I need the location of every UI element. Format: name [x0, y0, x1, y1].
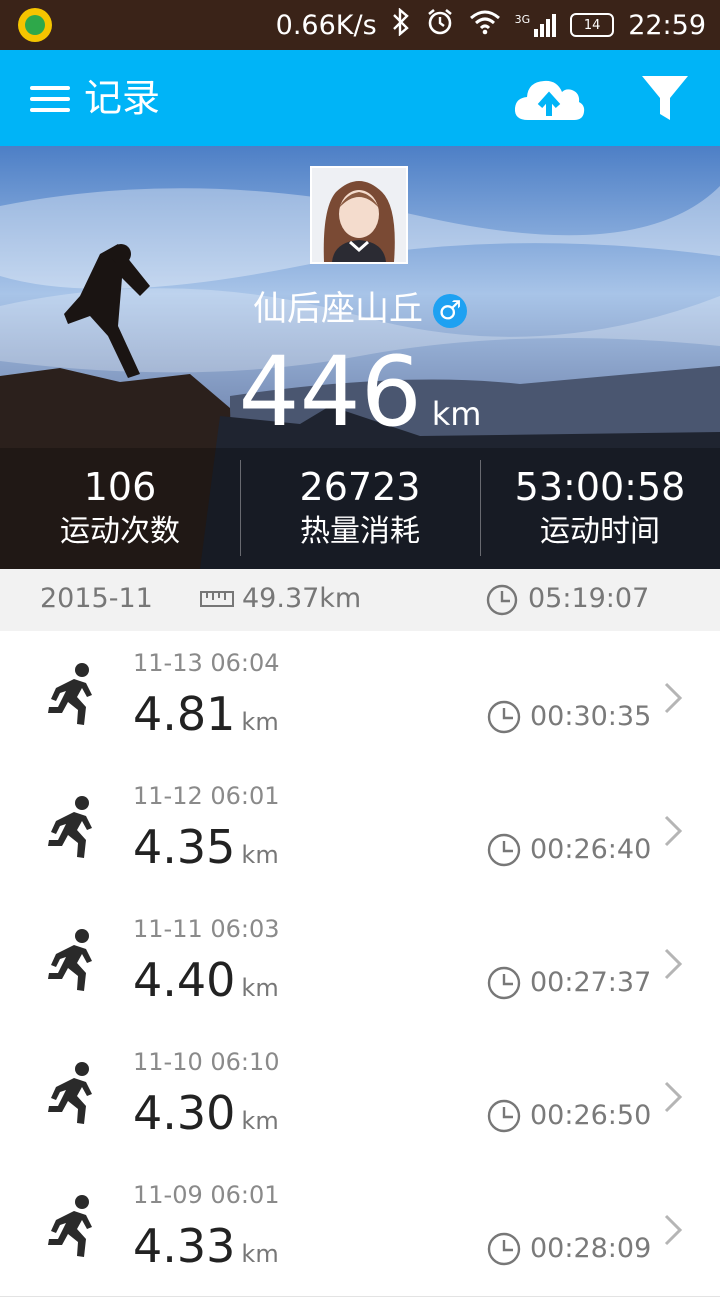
- record-duration: 00:26:50: [530, 1100, 652, 1131]
- record-datetime: 11-10 06:10: [133, 1048, 280, 1076]
- record-distance-unit: km: [241, 708, 279, 736]
- record-distance-value: 4.40: [133, 953, 236, 1007]
- month-distance: 49.37km: [242, 583, 362, 614]
- record-distance-unit: km: [241, 1240, 279, 1268]
- stat-label: 运动次数: [60, 514, 180, 549]
- record-distance-value: 4.30: [133, 1086, 236, 1140]
- chevron-right-icon: [664, 1081, 683, 1113]
- record-row[interactable]: 11-12 06:01 4.35 km 00:26:40: [0, 764, 720, 898]
- chevron-right-icon: [664, 815, 683, 847]
- stat-workout-count: 106 运动次数: [0, 448, 240, 569]
- stat-value: 26723: [299, 465, 421, 509]
- stat-duration: 53:00:58 运动时间: [480, 448, 720, 569]
- total-distance-unit: km: [431, 395, 482, 433]
- chevron-right-icon: [664, 682, 683, 714]
- record-duration: 00:28:09: [530, 1233, 652, 1264]
- filter-icon[interactable]: [640, 72, 690, 124]
- network-type: 3G: [514, 13, 531, 26]
- month-label: 2015-11: [40, 583, 153, 614]
- clock-icon: [487, 700, 521, 734]
- record-distance-value: 4.33: [133, 1219, 236, 1273]
- record-distance: 4.40 km: [133, 953, 279, 1007]
- chevron-right-icon: [664, 948, 683, 980]
- record-datetime: 11-11 06:03: [133, 915, 280, 943]
- app-bar: 记录: [0, 50, 720, 146]
- record-row[interactable]: 11-13 06:04 4.81 km 00:30:35: [0, 631, 720, 765]
- stat-label: 运动时间: [540, 514, 660, 549]
- clock-icon: [487, 966, 521, 1000]
- stats-row: 106 运动次数 26723 热量消耗 53:00:58 运动时间: [0, 448, 720, 569]
- record-distance-unit: km: [241, 974, 279, 1002]
- record-row[interactable]: 11-10 06:10 4.30 km 00:26:50: [0, 1030, 720, 1164]
- stat-label: 热量消耗: [300, 514, 420, 549]
- record-distance: 4.33 km: [133, 1219, 279, 1273]
- cloud-upload-icon[interactable]: [512, 74, 586, 124]
- notification-app-icon: [18, 8, 52, 42]
- record-datetime: 11-13 06:04: [133, 649, 280, 677]
- record-datetime: 11-12 06:01: [133, 782, 280, 810]
- clock-icon: [487, 833, 521, 867]
- record-duration: 00:27:37: [530, 967, 652, 998]
- record-distance-value: 4.81: [133, 687, 236, 741]
- profile-header: 仙后座山丘 ♂ 446 km 106 运动次数 26723 热量消耗 53:00:5…: [0, 146, 720, 569]
- chevron-right-icon: [664, 1214, 683, 1246]
- record-distance-unit: km: [241, 841, 279, 869]
- record-duration: 00:30:35: [530, 701, 652, 732]
- record-distance: 4.81 km: [133, 687, 279, 741]
- stat-calories: 26723 热量消耗: [240, 448, 480, 569]
- battery-icon: 14: [570, 13, 615, 37]
- record-distance-unit: km: [241, 1107, 279, 1135]
- wifi-icon: [469, 9, 501, 42]
- net-speed: 0.66K/s: [275, 9, 377, 41]
- alarm-icon: [425, 7, 455, 44]
- clock-time: 22:59: [628, 9, 706, 41]
- clock-icon: [487, 1099, 521, 1133]
- record-distance: 4.35 km: [133, 820, 279, 874]
- ruler-icon: [200, 591, 234, 607]
- record-duration: 00:26:40: [530, 834, 652, 865]
- bluetooth-icon: [391, 6, 411, 43]
- record-distance: 4.30 km: [133, 1086, 279, 1140]
- running-icon: [48, 663, 92, 725]
- record-row[interactable]: 11-09 06:01 4.33 km 00:28:09: [0, 1163, 720, 1297]
- status-indicators: 0.66K/s 3G 14 22:59: [276, 0, 706, 50]
- male-gender-icon: ♂: [433, 293, 467, 328]
- stat-value: 106: [83, 465, 157, 509]
- user-name: 仙后座山丘 ♂: [0, 286, 720, 332]
- clock-icon: [487, 1232, 521, 1266]
- signal-icon: 3G: [515, 13, 557, 37]
- user-name-text: 仙后座山丘: [253, 289, 423, 329]
- month-summary[interactable]: 2015-11 49.37km 05:19:07: [0, 569, 720, 632]
- clock-icon: [486, 584, 518, 616]
- record-distance-value: 4.35: [133, 820, 236, 874]
- running-icon: [48, 1195, 92, 1257]
- running-icon: [48, 929, 92, 991]
- menu-icon[interactable]: [30, 86, 70, 112]
- total-distance-value: 446: [238, 336, 422, 448]
- running-icon: [48, 1062, 92, 1124]
- record-row[interactable]: 11-11 06:03 4.40 km 00:27:37: [0, 897, 720, 1031]
- stat-value: 53:00:58: [514, 465, 686, 509]
- month-duration: 05:19:07: [528, 583, 650, 614]
- page-title: 记录: [84, 76, 161, 120]
- running-icon: [48, 796, 92, 858]
- total-distance: 446 km: [0, 342, 720, 442]
- avatar[interactable]: [310, 166, 408, 264]
- status-bar: 0.66K/s 3G 14 22:59: [0, 0, 720, 50]
- record-datetime: 11-09 06:01: [133, 1181, 280, 1209]
